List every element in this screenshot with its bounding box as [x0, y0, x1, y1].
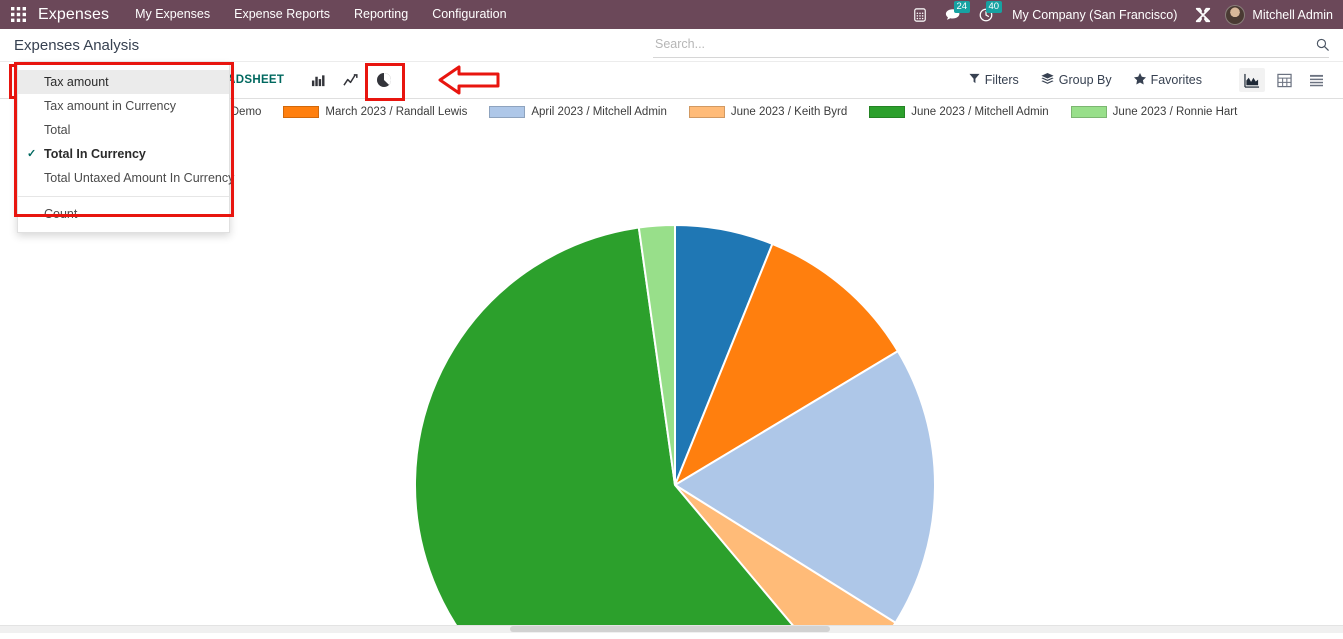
pivot-view-icon[interactable]	[1271, 68, 1297, 92]
list-view-icon[interactable]	[1303, 68, 1329, 92]
line-chart-icon[interactable]	[341, 70, 361, 90]
top-navbar: Expenses My Expenses Expense Reports Rep…	[0, 0, 1343, 29]
filter-icon	[969, 73, 980, 87]
search-icon[interactable]	[1316, 38, 1329, 51]
measure-item-total-in-currency[interactable]: Total In Currency	[18, 142, 229, 166]
voip-phone-icon[interactable]	[904, 0, 936, 29]
measure-item-tax-amount-in-currency[interactable]: Tax amount in Currency	[18, 94, 229, 118]
nav-item-my-expenses[interactable]: My Expenses	[123, 0, 222, 29]
pie-chart-icon[interactable]	[365, 63, 406, 101]
avatar	[1225, 4, 1246, 25]
favorites-label: Favorites	[1150, 73, 1202, 87]
user-name: Mitchell Admin	[1252, 7, 1333, 22]
measures-dropdown-menu[interactable]: Tax amount Tax amount in Currency Total …	[17, 63, 234, 233]
nav-item-reporting[interactable]: Reporting	[342, 0, 420, 29]
legend-item[interactable]: June 2023 / Mitchell Admin	[869, 106, 1049, 118]
legend-label: June 2023 / Keith Byrd	[730, 106, 848, 118]
nav-item-configuration[interactable]: Configuration	[420, 0, 518, 29]
developer-tools-icon[interactable]	[1187, 7, 1219, 23]
legend-swatch	[688, 106, 725, 118]
user-menu[interactable]: Mitchell Admin	[1219, 4, 1337, 25]
filters-dropdown[interactable]: Filters	[958, 73, 1030, 87]
nav-item-expense-reports[interactable]: Expense Reports	[222, 0, 342, 29]
activities-badge: 40	[985, 1, 1003, 13]
legend-label: June 2023 / Mitchell Admin	[911, 106, 1049, 118]
measure-item-tax-amount[interactable]: Tax amount	[18, 70, 229, 94]
measure-item-count[interactable]: Count	[18, 202, 229, 226]
annotation-arrow-icon	[437, 63, 501, 97]
messages-icon[interactable]: 24	[936, 0, 971, 29]
graph-view-icon[interactable]	[1239, 68, 1265, 92]
legend-label: March 2023 / Randall Lewis	[325, 106, 468, 118]
control-panel-right: Filters Group By Favorites	[958, 68, 1329, 92]
bar-chart-icon[interactable]	[308, 70, 328, 90]
search-bar[interactable]	[653, 33, 1329, 58]
legend-item[interactable]: April 2023 / Mitchell Admin	[489, 106, 667, 118]
app-brand-expenses[interactable]: Expenses	[32, 6, 123, 24]
scrollbar-thumb[interactable]	[510, 626, 830, 632]
legend-label: June 2023 / Ronnie Hart	[1112, 106, 1238, 118]
measure-item-total[interactable]: Total	[18, 118, 229, 142]
favorites-dropdown[interactable]: Favorites	[1123, 72, 1213, 88]
horizontal-scrollbar[interactable]	[0, 625, 1343, 633]
legend-swatch	[283, 106, 320, 118]
view-switcher	[1239, 68, 1329, 92]
group-by-icon	[1041, 72, 1054, 88]
search-input[interactable]	[653, 36, 1316, 52]
activities-clock-icon[interactable]: 40	[970, 0, 1003, 29]
legend-label: April 2023 / Mitchell Admin	[531, 106, 667, 118]
apps-grid-icon[interactable]	[4, 0, 32, 29]
legend-swatch	[1070, 106, 1107, 118]
chart-type-switcher	[308, 63, 501, 101]
legend-item[interactable]: March 2023 / Randall Lewis	[283, 106, 467, 118]
legend-swatch	[869, 106, 906, 118]
control-panel: Expenses Analysis MEASURES INSERT IN SPR…	[0, 29, 1343, 233]
control-panel-top-row: Expenses Analysis	[0, 29, 1343, 62]
group-by-label: Group By	[1058, 73, 1112, 87]
company-switcher[interactable]: My Company (San Francisco)	[1002, 8, 1187, 22]
menu-divider	[18, 196, 229, 197]
legend-swatch	[489, 106, 526, 118]
group-by-dropdown[interactable]: Group By	[1030, 72, 1123, 88]
legend-item[interactable]: June 2023 / Ronnie Hart	[1070, 106, 1238, 118]
measure-item-total-untaxed-amount-in-currency[interactable]: Total Untaxed Amount In Currency	[18, 166, 234, 190]
page-title: Expenses Analysis	[14, 36, 140, 54]
messages-badge: 24	[953, 1, 971, 13]
systray: 24 40 My Company (San Francisco) Mitchel…	[904, 0, 1343, 29]
star-icon	[1133, 72, 1146, 88]
legend-item[interactable]: June 2023 / Keith Byrd	[688, 106, 848, 118]
filters-label: Filters	[984, 73, 1019, 87]
